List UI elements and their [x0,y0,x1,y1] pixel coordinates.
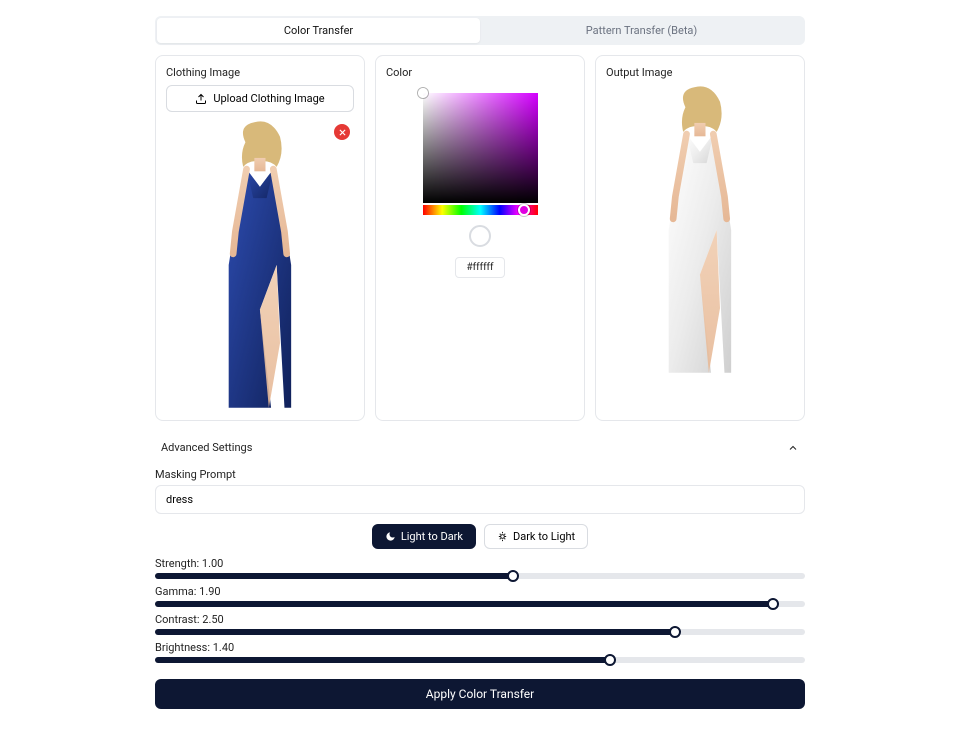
slider-label: Brightness: 1.40 [155,641,805,654]
tab-color-transfer[interactable]: Color Transfer [157,18,480,43]
slider-contrast: Contrast: 2.50 [155,613,805,635]
close-icon [338,128,347,137]
slider-track[interactable] [155,657,805,663]
slider-track[interactable] [155,629,805,635]
advanced-settings: Advanced Settings Masking Prompt Light t… [155,431,805,709]
light-to-dark-button[interactable]: Light to Dark [372,524,476,549]
slider-thumb[interactable] [507,570,519,582]
slider-label: Gamma: 1.90 [155,585,805,598]
clothing-image [193,120,327,410]
slider-track[interactable] [155,601,805,607]
slider-track[interactable] [155,573,805,579]
slider-label: Strength: 1.00 [155,557,805,570]
output-panel: Output Image [595,55,805,421]
panels-row: Clothing Image Upload Clothing Image [155,55,805,421]
upload-label: Upload Clothing Image [213,92,324,105]
advanced-heading: Advanced Settings [161,441,252,454]
dark-to-light-button[interactable]: Dark to Light [484,524,588,549]
slider-thumb[interactable] [669,626,681,638]
slider-brightness: Brightness: 1.40 [155,641,805,663]
hue-slider[interactable] [423,205,538,215]
chevron-up-icon [787,442,799,454]
color-panel: Color #ffffff [375,55,585,421]
slider-label: Contrast: 2.50 [155,613,805,626]
sun-icon [497,531,508,542]
light-to-dark-label: Light to Dark [401,530,463,543]
mode-row: Light to Dark Dark to Light [155,524,805,549]
dark-to-light-label: Dark to Light [513,530,575,543]
remove-image-button[interactable] [334,124,350,140]
advanced-toggle[interactable]: Advanced Settings [155,431,805,464]
masking-input[interactable] [155,485,805,514]
color-title: Color [386,66,574,79]
output-title: Output Image [606,66,794,79]
tab-pattern-transfer[interactable]: Pattern Transfer (Beta) [480,18,803,43]
slider-gamma: Gamma: 1.90 [155,585,805,607]
output-image-wrap [606,85,794,375]
upload-icon [195,93,207,105]
output-image [633,85,767,375]
slider-strength: Strength: 1.00 [155,557,805,579]
clothing-title: Clothing Image [166,66,354,79]
slider-thumb[interactable] [767,598,779,610]
clothing-image-wrap [166,120,354,410]
color-picker-area[interactable] [423,93,538,203]
hue-thumb[interactable] [518,204,530,216]
hex-input[interactable]: #ffffff [455,257,505,278]
upload-clothing-button[interactable]: Upload Clothing Image [166,85,354,112]
tabs: Color Transfer Pattern Transfer (Beta) [155,16,805,45]
color-swatch [469,225,491,247]
masking-label: Masking Prompt [155,468,805,481]
sliders: Strength: 1.00 Gamma: 1.90 Contrast: 2.50 B… [155,557,805,663]
clothing-panel: Clothing Image Upload Clothing Image [155,55,365,421]
color-picker-thumb[interactable] [418,88,428,98]
moon-icon [385,531,396,542]
slider-thumb[interactable] [604,654,616,666]
apply-button[interactable]: Apply Color Transfer [155,679,805,709]
